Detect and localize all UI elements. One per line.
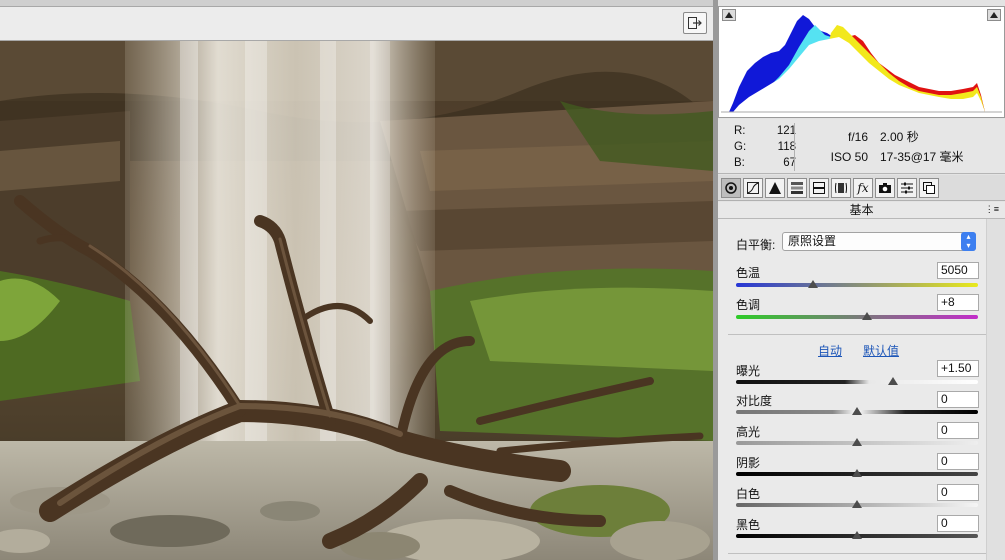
blacks-label: 黑色: [736, 518, 761, 532]
tab-hsl[interactable]: [787, 178, 807, 198]
panel-tab-bar: fx: [718, 175, 1005, 201]
export-icon: [688, 17, 702, 29]
lens-value: 17-35@17 毫米: [880, 150, 964, 164]
whites-field[interactable]: 0: [937, 484, 979, 501]
basic-controls: 白平衡: 原照设置 ▴ ▾ 色温 5050 色调 +8 自动 默认值 曝光 +1.…: [718, 219, 1005, 560]
blacks-field[interactable]: 0: [937, 515, 979, 532]
exposure-label: 曝光: [736, 364, 761, 378]
rgb-readout: R: 121 G: 118 B: 67: [734, 123, 796, 171]
image-preview-area: [0, 0, 713, 560]
shutter-value: 2.00 秒: [880, 130, 919, 144]
tab-lens-corrections[interactable]: [831, 178, 851, 198]
tint-field[interactable]: +8: [937, 294, 979, 311]
white-balance-label: 白平衡:: [736, 238, 776, 252]
tab-split-toning[interactable]: [809, 178, 829, 198]
contrast-slider-thumb[interactable]: [852, 407, 862, 415]
pixel-readout: R: 121 G: 118 B: 67 f/16 2.00 秒 ISO 50 17-35@…: [718, 119, 1005, 174]
shadows-field[interactable]: 0: [937, 453, 979, 470]
whites-slider-thumb[interactable]: [852, 500, 862, 508]
iso-value: ISO 50: [830, 150, 868, 164]
adjustments-panel: R: 121 G: 118 B: 67 f/16 2.00 秒 ISO 50 17-35@…: [718, 0, 1005, 560]
readout-separator: [794, 123, 795, 171]
tab-detail[interactable]: [765, 178, 785, 198]
temperature-slider[interactable]: [736, 283, 978, 287]
split-toning-icon: [813, 182, 825, 194]
tab-effects[interactable]: fx: [853, 178, 873, 198]
tint-label: 色调: [736, 298, 761, 312]
export-button[interactable]: [683, 12, 707, 34]
panel-title: 基本: [849, 203, 874, 217]
temperature-field[interactable]: 5050: [937, 262, 979, 279]
effects-icon: fx: [857, 181, 869, 195]
highlights-field[interactable]: 0: [937, 422, 979, 439]
exposure-slider[interactable]: [736, 380, 978, 384]
tab-basic[interactable]: [721, 178, 741, 198]
blacks-slider-thumb[interactable]: [852, 531, 862, 539]
separator: [728, 553, 986, 554]
tint-slider-thumb[interactable]: [861, 312, 872, 320]
g-label: G:: [734, 141, 747, 153]
highlights-label: 高光: [736, 425, 761, 439]
detail-icon: [769, 182, 781, 194]
aperture-value: f/16: [847, 130, 868, 144]
hsl-icon: [791, 182, 803, 194]
basic-panel-icon: [725, 182, 737, 194]
tab-snapshots[interactable]: [919, 178, 939, 198]
tab-presets[interactable]: [897, 178, 917, 198]
b-label: B:: [734, 157, 745, 169]
tab-camera-calibration[interactable]: [875, 178, 895, 198]
histogram: [718, 6, 1005, 118]
histogram-graph: [721, 15, 1002, 113]
preview-toolbar: [0, 6, 713, 41]
r-label: R:: [734, 125, 746, 137]
contrast-label: 对比度: [736, 394, 773, 408]
default-link[interactable]: 默认值: [863, 342, 899, 359]
snapshots-icon: [923, 182, 935, 194]
whites-label: 白色: [736, 487, 761, 501]
camera-calibration-icon: [879, 183, 891, 193]
lens-corrections-icon: [835, 182, 847, 194]
camera-info: f/16 2.00 秒 ISO 50 17-35@17 毫米: [810, 127, 1000, 167]
auto-link[interactable]: 自动: [818, 342, 842, 359]
tab-tone-curve[interactable]: [743, 178, 763, 198]
white-balance-select[interactable]: 原照设置 ▴ ▾: [782, 232, 976, 251]
contrast-field[interactable]: 0: [937, 391, 979, 408]
panel-scrollbar[interactable]: [986, 219, 1005, 560]
tone-curve-icon: [747, 182, 759, 194]
panel-menu-icon[interactable]: ⋮≡: [985, 205, 999, 214]
highlights-slider-thumb[interactable]: [852, 438, 862, 446]
temperature-label: 色温: [736, 266, 761, 280]
exposure-field[interactable]: +1.50: [937, 360, 979, 377]
separator: [728, 334, 986, 335]
tint-slider[interactable]: [736, 315, 978, 319]
presets-icon: [901, 182, 913, 194]
white-balance-value: 原照设置: [788, 234, 837, 248]
temperature-slider-thumb[interactable]: [808, 280, 819, 288]
panel-section-header: 基本 ⋮≡: [718, 202, 1005, 219]
shadows-slider-thumb[interactable]: [852, 469, 862, 477]
waterfall-photo[interactable]: [0, 41, 713, 560]
shadows-label: 阴影: [736, 456, 761, 470]
select-arrows-icon: ▴ ▾: [961, 232, 976, 251]
exposure-slider-thumb[interactable]: [888, 377, 899, 385]
